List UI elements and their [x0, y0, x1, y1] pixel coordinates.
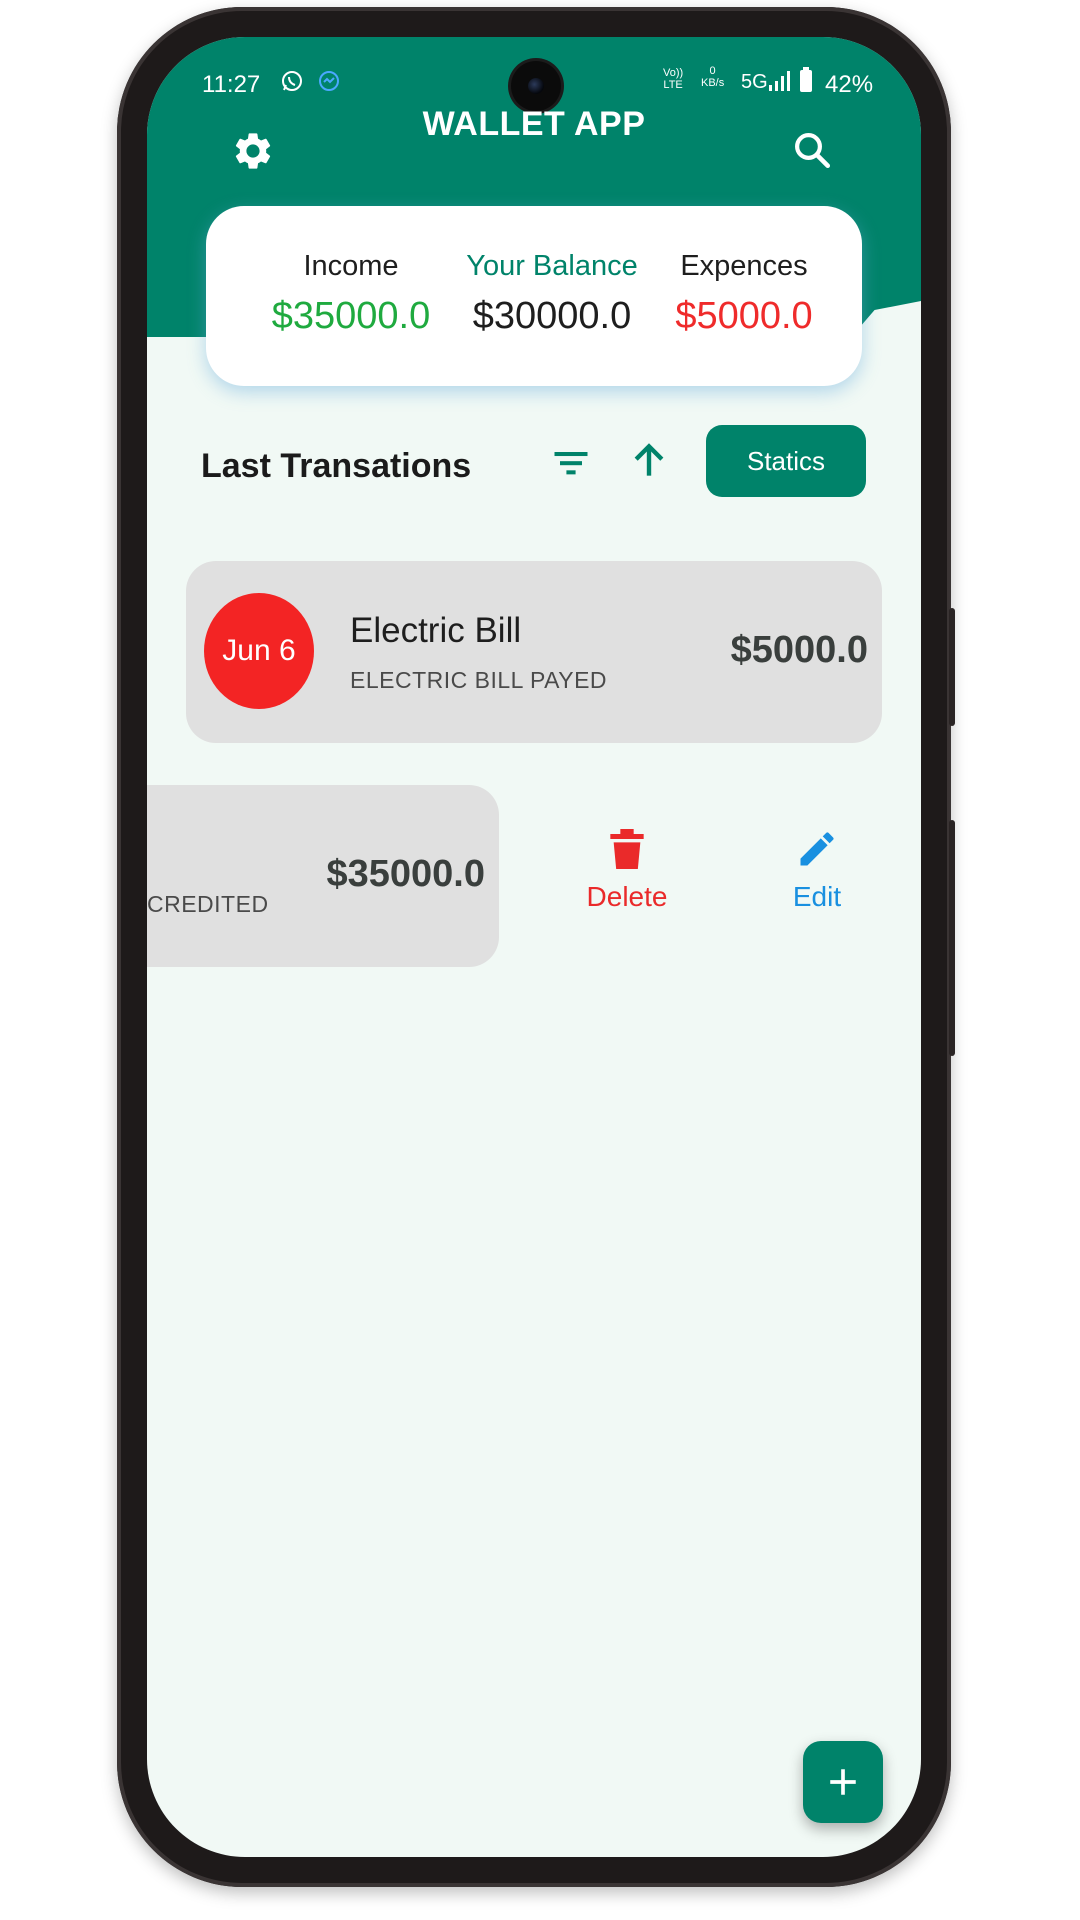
power-button — [949, 820, 955, 1056]
transaction-date: Jun 6 — [204, 593, 314, 709]
volume-button — [949, 608, 955, 726]
transactions-title: Last Transations — [201, 447, 472, 485]
trash-icon — [610, 829, 644, 869]
delete-label: Delete — [586, 881, 668, 912]
income-value: $35000.0 — [271, 295, 431, 337]
expense-label: Expences — [680, 250, 808, 282]
balance-summary: Your Balance $30000.0 — [452, 250, 652, 338]
volte-indicator: Vo)) LTE — [663, 67, 684, 91]
network-speed: 0 KB/s — [701, 65, 725, 89]
battery-icon — [800, 67, 812, 92]
edit-action[interactable]: Edit — [767, 827, 867, 913]
plus-icon — [830, 1769, 856, 1795]
transaction-item-swiped[interactable]: CREDITED $35000.0 — [147, 785, 499, 967]
arrow-up-icon[interactable] — [627, 439, 671, 483]
income-label: Income — [303, 250, 399, 282]
income-summary: Income $35000.0 — [256, 250, 446, 338]
balance-value: $30000.0 — [472, 295, 632, 337]
balance-label: Your Balance — [466, 250, 638, 282]
edit-label: Edit — [792, 881, 842, 912]
status-time: 11:27 — [202, 71, 261, 98]
transaction-item[interactable]: Jun 6 Electric Bill ELECTRIC BILL PAYED … — [186, 561, 882, 743]
expense-value: $5000.0 — [675, 295, 813, 337]
transaction-description: CREDITED — [147, 891, 269, 917]
transaction-name: Electric Bill — [350, 611, 522, 650]
messenger-icon — [319, 71, 339, 91]
balance-card: Income $35000.0 Your Balance $30000.0 Ex… — [206, 206, 862, 386]
app-screen: 11:27 Vo)) LTE 0 KB/s 5G 42% WALLET APP … — [147, 37, 921, 1857]
pencil-icon — [800, 832, 834, 866]
signal-icon — [769, 71, 790, 91]
network-type: 5G — [741, 71, 768, 93]
search-icon[interactable] — [791, 129, 833, 171]
battery-percent: 42% — [825, 71, 874, 98]
whatsapp-icon — [282, 71, 302, 91]
delete-action[interactable]: Delete — [577, 827, 677, 913]
filter-icon[interactable] — [549, 441, 593, 485]
gear-icon[interactable] — [231, 129, 275, 173]
transaction-description: ELECTRIC BILL PAYED — [350, 667, 608, 693]
front-camera — [511, 61, 561, 111]
expense-summary: Expences $5000.0 — [664, 250, 824, 338]
transaction-amount: $35000.0 — [326, 853, 486, 895]
transaction-amount: $5000.0 — [730, 629, 868, 671]
statics-button[interactable]: Statics — [706, 425, 866, 497]
add-transaction-button[interactable] — [803, 1741, 883, 1823]
